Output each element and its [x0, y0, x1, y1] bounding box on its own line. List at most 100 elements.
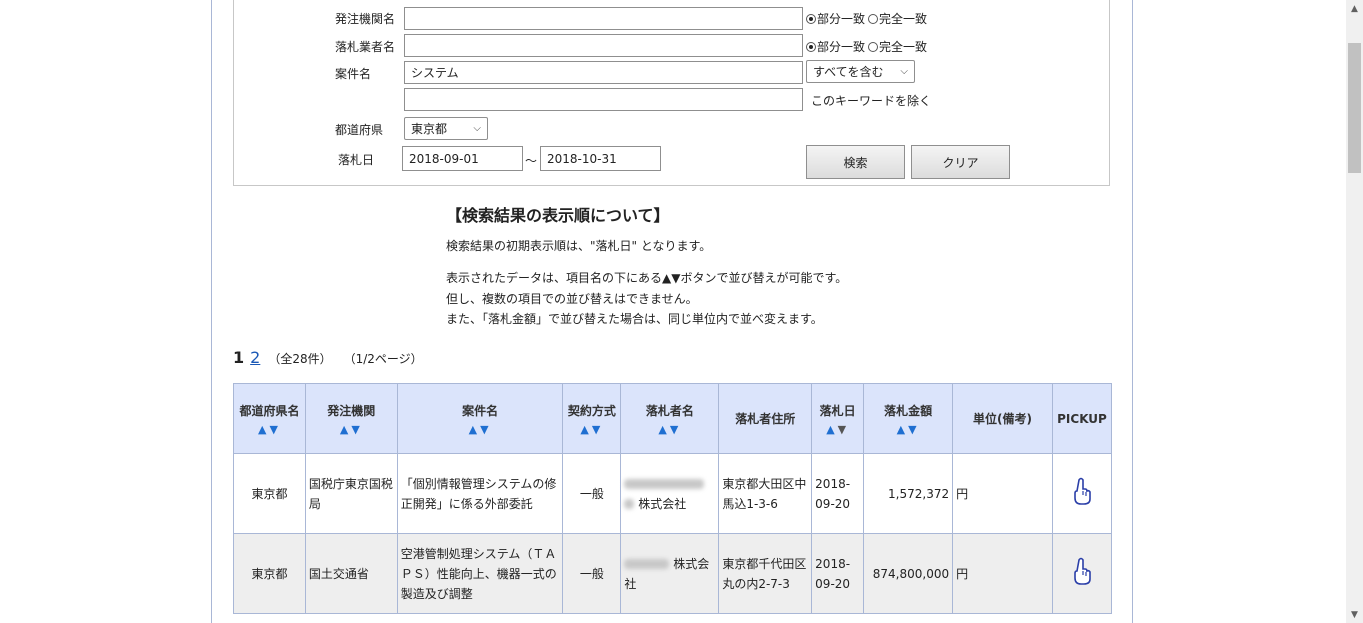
total-count: （全28件） [268, 352, 332, 366]
sort-down-icon[interactable]: ▼ [351, 423, 362, 436]
sort-down-icon[interactable]: ▼ [670, 423, 681, 436]
sort-up-icon[interactable]: ▲ [258, 423, 269, 436]
header-pickup: PICKUP [1051, 383, 1113, 454]
header-label: 落札金額 [884, 403, 933, 418]
sort-info-line1: 検索結果の初期表示順は、"落札日" となります。 [446, 239, 712, 253]
cell-bidder: 株式会社 [620, 453, 720, 534]
bidder-partial-radio[interactable] [806, 41, 816, 52]
sort-up-icon[interactable]: ▲ [897, 423, 908, 436]
table-row: 東京都 国税庁東京国税局 「個別情報管理システムの修正開発」に係る外部委託 一般… [233, 453, 1113, 534]
exclude-label: このキーワードを除く [811, 94, 932, 108]
clear-button[interactable]: クリア [911, 145, 1010, 179]
cell-unit: 円 [952, 533, 1053, 614]
chevron-down-icon: ⌵ [900, 66, 908, 77]
header-agency: 発注機関 ▲▼ [304, 383, 398, 454]
project-input[interactable] [404, 61, 803, 84]
header-prefecture: 都道府県名 ▲▼ [233, 383, 306, 454]
redacted-block [624, 559, 670, 569]
sort-up-icon[interactable]: ▲ [340, 423, 351, 436]
cell-prefecture: 東京都 [233, 453, 306, 534]
sort-arrows: ▲▼ [306, 423, 397, 436]
header-amount: 落札金額 ▲▼ [863, 383, 954, 454]
search-form: 発注機関名 部分一致 完全一致 落札業者名 部分一致 完全一致 案件名 すべてを… [233, 0, 1110, 186]
cell-project[interactable]: 「個別情報管理システムの修正開発」に係る外部委託 [396, 453, 564, 534]
cell-method: 一般 [562, 533, 622, 614]
agency-partial-radio[interactable] [806, 13, 816, 24]
date-separator: ～ [525, 154, 538, 168]
cell-unit: 円 [952, 453, 1053, 534]
bidder-match-options: 部分一致 完全一致 [806, 38, 927, 55]
project-label: 案件名 [335, 67, 372, 81]
sort-up-icon[interactable]: ▲ [658, 423, 669, 436]
header-label: 落札者名 [645, 403, 694, 418]
cell-address: 東京都千代田区丸の内2-7-3 [718, 533, 813, 614]
cell-date: 2018-09-20 [811, 453, 865, 534]
results-table: 都道府県名 ▲▼ 発注機関 ▲▼ 案件名 ▲▼ 契約方式 ▲▼ 落札者名 ▲▼ … [233, 383, 1113, 614]
sort-info-line4: また、「落札金額」で並び替えた場合は、同じ単位内で並べ変えます。 [446, 312, 823, 326]
sort-up-icon[interactable]: ▲ [580, 423, 591, 436]
header-bidder: 落札者名 ▲▼ [620, 383, 720, 454]
sort-arrows: ▲▼ [234, 423, 305, 436]
cell-agency: 国土交通省 [304, 533, 398, 614]
sort-down-icon[interactable]: ▼ [480, 423, 491, 436]
cell-date: 2018-09-20 [811, 533, 865, 614]
header-project: 案件名 ▲▼ [396, 383, 564, 454]
sort-down-icon[interactable]: ▼ [269, 423, 280, 436]
cell-amount: 874,800,000 [863, 533, 954, 614]
bidder-input[interactable] [404, 34, 803, 57]
header-label: 案件名 [462, 403, 499, 418]
agency-input[interactable] [404, 7, 803, 30]
cell-bidder: 株式会社 [620, 533, 720, 614]
header-label: 契約方式 [567, 403, 616, 418]
bidder-exact-radio[interactable] [868, 41, 879, 52]
sort-down-icon[interactable]: ▼ [592, 423, 603, 436]
page-link-2[interactable]: 2 [250, 348, 260, 367]
scrollbar-thumb[interactable] [1348, 43, 1361, 173]
pointing-hand-icon[interactable] [1071, 557, 1093, 585]
scroll-up-icon[interactable]: ▲ [1346, 0, 1363, 17]
date-to-input[interactable] [540, 146, 661, 171]
header-label: 発注機関 [327, 403, 376, 418]
search-button[interactable]: 検索 [806, 145, 905, 179]
header-contract: 契約方式 ▲▼ [562, 383, 622, 454]
include-select[interactable]: すべてを含む ⌵ [806, 60, 915, 83]
sort-up-icon[interactable]: ▲ [469, 423, 480, 436]
redacted-block [624, 499, 635, 509]
date-from-input[interactable] [402, 146, 523, 171]
scroll-down-icon[interactable]: ▼ [1346, 606, 1363, 623]
prefecture-select[interactable]: 東京都 ⌵ [404, 117, 488, 140]
header-date: 落札日 ▲▼ [811, 383, 865, 454]
pointing-hand-icon[interactable] [1071, 477, 1093, 505]
agency-exact-radio[interactable] [868, 13, 879, 24]
cell-pickup [1051, 533, 1113, 614]
bidder-label: 落札業者名 [335, 40, 396, 54]
cell-address: 東京都大田区中馬込1-3-6 [718, 453, 813, 534]
exclude-input[interactable] [404, 88, 803, 111]
page-current: 1 [233, 348, 245, 367]
prefecture-select-value: 東京都 [411, 122, 448, 136]
sort-up-icon[interactable]: ▲ [826, 423, 837, 436]
cell-agency: 国税庁東京国税局 [304, 453, 398, 534]
cell-pickup [1051, 453, 1113, 534]
cell-project[interactable]: 空港管制処理システム（ＴＡＰＳ）性能向上、機器一式の製造及び調整 [396, 533, 564, 614]
content-panel: 発注機関名 部分一致 完全一致 落札業者名 部分一致 完全一致 案件名 すべてを… [211, 0, 1133, 623]
cell-method: 一般 [562, 453, 622, 534]
sort-down-icon[interactable]: ▼ [838, 423, 849, 436]
header-address: 落札者住所 [718, 383, 813, 454]
include-select-value: すべてを含む [813, 65, 884, 79]
chevron-down-icon: ⌵ [473, 123, 481, 134]
cell-prefecture: 東京都 [233, 533, 306, 614]
sort-arrows: ▲▼ [398, 423, 563, 436]
sort-info-line3: 但し、複数の項目での並び替えはできません。 [446, 292, 698, 306]
header-unit: 単位(備考) [952, 383, 1053, 454]
date-label: 落札日 [338, 153, 375, 167]
agency-exact-label: 完全一致 [879, 12, 928, 26]
sort-down-icon[interactable]: ▼ [908, 423, 919, 436]
agency-partial-label: 部分一致 [817, 12, 866, 26]
table-row: 東京都 国土交通省 空港管制処理システム（ＴＡＰＳ）性能向上、機器一式の製造及び… [233, 533, 1113, 614]
redacted-block [624, 479, 705, 489]
sort-info-title: 【検索結果の表示順について】 [446, 206, 670, 225]
page-info: （1/2ページ） [343, 352, 423, 366]
bidder-partial-label: 部分一致 [817, 40, 866, 54]
pagination: 1 2 （全28件） （1/2ページ） [233, 348, 423, 367]
